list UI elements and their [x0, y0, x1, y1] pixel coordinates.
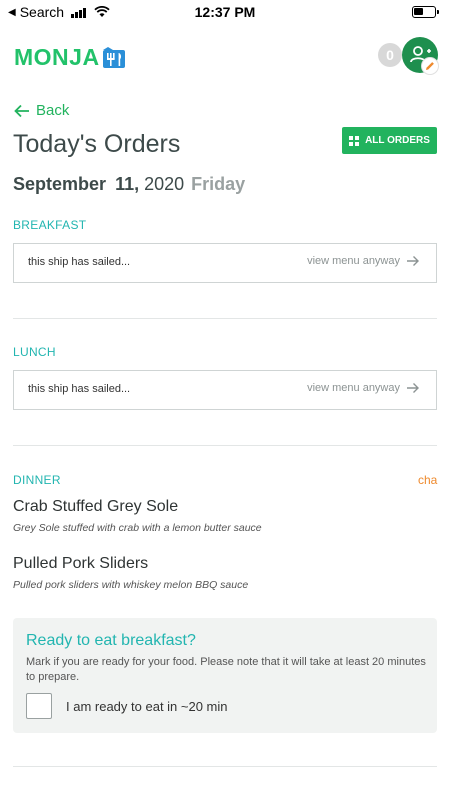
- grid-icon: [349, 135, 360, 146]
- arrow-right-icon: [407, 256, 419, 266]
- lunch-status-text: this ship has sailed...: [28, 383, 131, 395]
- date-month: September: [13, 174, 107, 194]
- section-divider: [13, 445, 437, 446]
- dinner-change-link[interactable]: cha: [418, 473, 437, 487]
- breakfast-status-text: this ship has sailed...: [28, 256, 131, 268]
- dish-name: Crab Stuffed Grey Sole: [13, 498, 179, 515]
- page-title: Today's Orders: [13, 130, 181, 158]
- breakfast-section-label: BREAKFAST: [13, 218, 87, 232]
- status-time: 12:37 PM: [194, 4, 256, 20]
- arrow-right-icon: [407, 383, 419, 393]
- logo-text: MONJA: [14, 44, 100, 70]
- ready-note: Mark if you are ready for your food. Ple…: [26, 656, 426, 683]
- back-label: Back: [36, 102, 70, 119]
- arrow-left-icon: [14, 104, 29, 117]
- battery-icon: [412, 6, 439, 18]
- breakfast-view-menu-link[interactable]: view menu anyway: [307, 255, 420, 267]
- lunch-status-box[interactable]: this ship has sailed... view menu anyway: [13, 370, 437, 410]
- view-menu-label: view menu anyway: [307, 255, 400, 267]
- dish-description: Grey Sole stuffed with crab with a lemon…: [13, 522, 262, 534]
- date-weekday: Friday: [191, 174, 246, 194]
- view-menu-label: view menu anyway: [307, 382, 400, 394]
- ready-to-eat-card: Ready to eat breakfast? Mark if you are …: [13, 618, 437, 733]
- dish-description: Pulled pork sliders with whiskey melon B…: [13, 579, 249, 591]
- breakfast-status-box[interactable]: this ship has sailed... view menu anyway: [13, 243, 437, 283]
- back-link[interactable]: Back: [14, 102, 69, 119]
- edit-profile-badge[interactable]: [421, 57, 439, 75]
- fork-knife-icon: [102, 46, 125, 68]
- ready-checkbox-label[interactable]: I am ready to eat in ~20 min: [66, 699, 228, 714]
- status-bar: ◀ Search 12:37 PM: [0, 0, 450, 24]
- all-orders-label: ALL ORDERS: [365, 135, 430, 146]
- battery-fill: [414, 8, 423, 15]
- date-day: 11,: [115, 174, 140, 194]
- lunch-section-label: LUNCH: [13, 345, 56, 359]
- lunch-view-menu-link[interactable]: view menu anyway: [307, 382, 420, 394]
- date-year: 2020: [144, 174, 185, 194]
- order-date: September 11, 2020 Friday: [13, 174, 245, 195]
- section-divider: [13, 766, 437, 767]
- ready-checkbox[interactable]: [26, 693, 52, 719]
- all-orders-button[interactable]: ALL ORDERS: [342, 127, 437, 154]
- ready-title: Ready to eat breakfast?: [26, 632, 196, 649]
- app-logo[interactable]: MONJA: [14, 44, 126, 71]
- pencil-icon: [426, 62, 434, 70]
- notification-count-badge[interactable]: 0: [378, 43, 402, 67]
- dish-name: Pulled Pork Sliders: [13, 555, 149, 572]
- section-divider: [13, 318, 437, 319]
- dinner-section-label: DINNER: [13, 473, 61, 487]
